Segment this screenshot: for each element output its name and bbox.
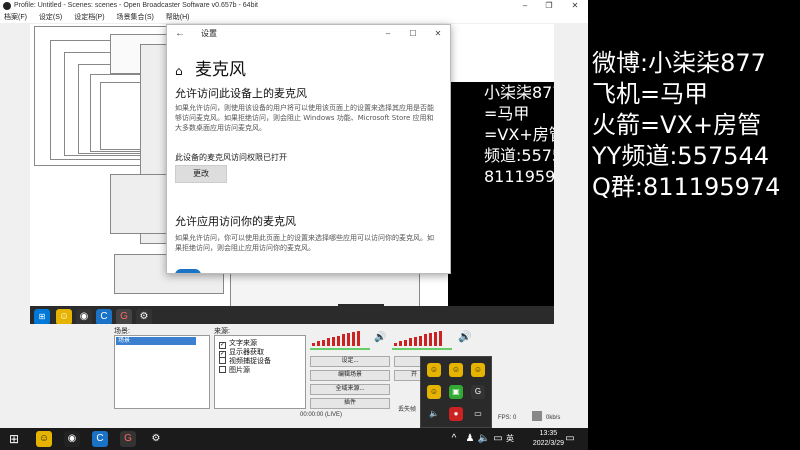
nested-g-icon: G (116, 309, 132, 325)
status-indicator (532, 411, 542, 421)
overlay-line-plane: 飞机=马甲 (592, 80, 709, 108)
scenes-list[interactable]: 场景 (114, 335, 210, 409)
section-heading-apps: 允许应用访问你的麦克风 (175, 215, 296, 228)
home-icon[interactable]: ⌂ (175, 64, 189, 78)
page-title: ⌂ 麦克风 (175, 55, 246, 80)
audio-meter-mic (310, 330, 370, 346)
app-access-toggle[interactable] (175, 269, 201, 273)
obs-menubar: 档案(F) 设定(S) 设定档(P) 场景集合(S) 帮助(H) (0, 12, 588, 23)
nested-line-5: 811195974 (484, 167, 554, 186)
tray-overflow-popup: ☺ ☺ ☺ ☺ ▣ G 🔈 ● ▭ (420, 356, 492, 428)
tray-nvidia-icon[interactable]: ▣ (449, 385, 463, 399)
obs-statusbar: 00:00:00 (LIVE) (300, 412, 342, 418)
source-label: 视频捕捉设备 (229, 358, 271, 365)
overlay-line-weibo: 微博:小柒柒877 (592, 49, 766, 77)
edit-scene-button[interactable]: 编辑场景 (310, 370, 390, 381)
status-fps: FPS: 0 (498, 415, 517, 421)
tray-chevron-icon[interactable]: ^ (446, 431, 462, 447)
overlay-line-qq: Q群:811195974 (592, 173, 781, 201)
tray-monitor-icon[interactable]: ▭ (471, 407, 485, 421)
tray-app-icon[interactable]: ☺ (471, 363, 485, 377)
settings-title: 设置 (201, 29, 217, 38)
speaker-icon[interactable]: 🔊 (458, 330, 472, 343)
tray-red-icon[interactable]: ● (449, 407, 463, 421)
taskbar-browser-icon[interactable]: C (92, 431, 108, 447)
menu-file[interactable]: 档案(F) (4, 12, 27, 23)
volume-slider-desktop[interactable] (392, 348, 452, 350)
maximize-icon[interactable]: ❐ (540, 0, 558, 12)
audio-meter-desktop (392, 330, 452, 346)
checkbox-empty-icon[interactable] (219, 357, 226, 364)
tray-app-icon[interactable]: ☺ (427, 363, 441, 377)
source-item[interactable]: 图片源 (219, 365, 250, 375)
back-arrow-icon[interactable]: ← (175, 25, 185, 43)
obs-titlebar: Profile: Untitled - Scenes: scenes - Ope… (0, 0, 588, 12)
overlay-line-yy: YY频道:557544 (592, 142, 770, 170)
maximize-icon[interactable]: ☐ (402, 25, 424, 43)
clock-date: 2022/3/29 (532, 440, 564, 447)
scene-item[interactable]: 场景 (116, 337, 196, 345)
volume-slider-mic[interactable] (310, 348, 370, 350)
screen: Profile: Untitled - Scenes: scenes - Ope… (0, 0, 800, 450)
nested-gear-icon: ⚙ (136, 309, 152, 325)
notification-icon[interactable]: ▭ (562, 431, 578, 447)
menu-settings[interactable]: 设定(S) (39, 12, 62, 23)
taskbar-app-icon[interactable]: ☺ (36, 431, 52, 447)
nested-line-1: 小柒柒877 (484, 83, 554, 102)
nested-line-2: =马甲 (484, 104, 530, 123)
nested-app-icon: ☺ (56, 309, 72, 325)
nested-line-4: 频道:557544 (484, 146, 554, 165)
sources-list[interactable]: ✓ 文字来源 ✓ 显示器获取 视频捕捉设备 图片源 (214, 335, 306, 409)
partial-button-label: 开 (410, 372, 417, 378)
taskbar-gear-icon[interactable]: ⚙ (148, 431, 164, 447)
nested-stream-text: 小柒柒877 =马甲 =VX+房管 频道:557544 811195974 (448, 82, 554, 324)
tray-app-icon[interactable]: ☺ (449, 363, 463, 377)
plugins-button[interactable]: 插件 (310, 398, 390, 409)
source-label: 文字来源 (229, 340, 257, 347)
section-text-apps: 如果允许访问，你可以使用此页面上的设置来选择哪些应用可以访问你的麦克风。如果拒绝… (175, 234, 434, 252)
nested-obs-icon: ◉ (76, 309, 92, 325)
page-title-text: 麦克风 (195, 60, 246, 80)
source-label: 图片源 (229, 367, 250, 374)
nested-taskbar: ⊞ ☺ ◉ C G ⚙ (30, 306, 554, 325)
nested-browser-icon: C (96, 309, 112, 325)
mic-icon[interactable]: 🔊 (374, 332, 386, 343)
change-button[interactable]: 更改 (175, 165, 227, 183)
nested-windows-icon: ⊞ (34, 309, 50, 325)
section-text-device: 如果允许访问，则使用该设备的用户将可以使用该页面上的设置来选择其应用是否能够访问… (175, 104, 434, 132)
status-dropped: 丢失帧 (398, 407, 417, 413)
overlay-line-rocket: 火箭=VX+房管 (592, 111, 762, 139)
checkbox-empty-icon[interactable] (219, 366, 226, 373)
minimize-icon[interactable]: – (516, 0, 534, 12)
source-label: 显示器获取 (229, 349, 264, 356)
tray-app-icon[interactable]: ☺ (427, 385, 441, 399)
taskbar-clock[interactable]: 13:35 2022/3/29 (533, 429, 564, 449)
windows-start-icon[interactable]: ⊞ (6, 431, 22, 447)
settings-button[interactable]: 设定... (310, 356, 390, 367)
stream-overlay-text: 微博:小柒柒877 飞机=马甲 火箭=VX+房管 YY频道:557544 Q群:… (592, 48, 780, 203)
obs-window-title: Profile: Untitled - Scenes: scenes - Ope… (14, 2, 258, 9)
status-time: 00:00:00 (LIVE) (300, 412, 343, 418)
menu-help[interactable]: 帮助(H) (166, 12, 190, 23)
obs-app-icon (3, 2, 11, 10)
close-icon[interactable]: ✕ (566, 0, 584, 12)
menu-profile[interactable]: 设定档(P) (74, 12, 104, 23)
nested-line-3: =VX+房管 (484, 125, 554, 144)
menu-scene-collection[interactable]: 场景集合(S) (117, 12, 154, 23)
taskbar-g-icon[interactable]: G (120, 431, 136, 447)
status-kbps: 0kb/s (546, 415, 561, 421)
taskbar-obs-icon[interactable]: ◉ (64, 431, 80, 447)
close-icon[interactable]: ✕ (427, 25, 449, 43)
input-language[interactable]: 英 (502, 431, 518, 447)
access-status: 此设备的麦克风访问权限已打开 (175, 153, 287, 162)
global-sources-button[interactable]: 全域来源... (310, 384, 390, 395)
settings-titlebar: ← 设置 – ☐ ✕ (167, 25, 450, 43)
tray-g-icon[interactable]: G (471, 385, 485, 399)
clock-time: 13:35 (539, 430, 558, 437)
taskbar: ⊞ ☺ ◉ C G ⚙ ^ ♟ 🔈 ▭ 英 13:35 2022/3/29 ▭ (0, 428, 588, 450)
minimize-icon[interactable]: – (377, 25, 399, 43)
settings-window: ← 设置 – ☐ ✕ ⌂ 麦克风 允许访问此设备上的麦克风 如果允许访问，则使用该… (166, 24, 451, 274)
tray-speaker-icon[interactable]: 🔈 (427, 407, 441, 421)
section-heading-device: 允许访问此设备上的麦克风 (175, 87, 307, 100)
